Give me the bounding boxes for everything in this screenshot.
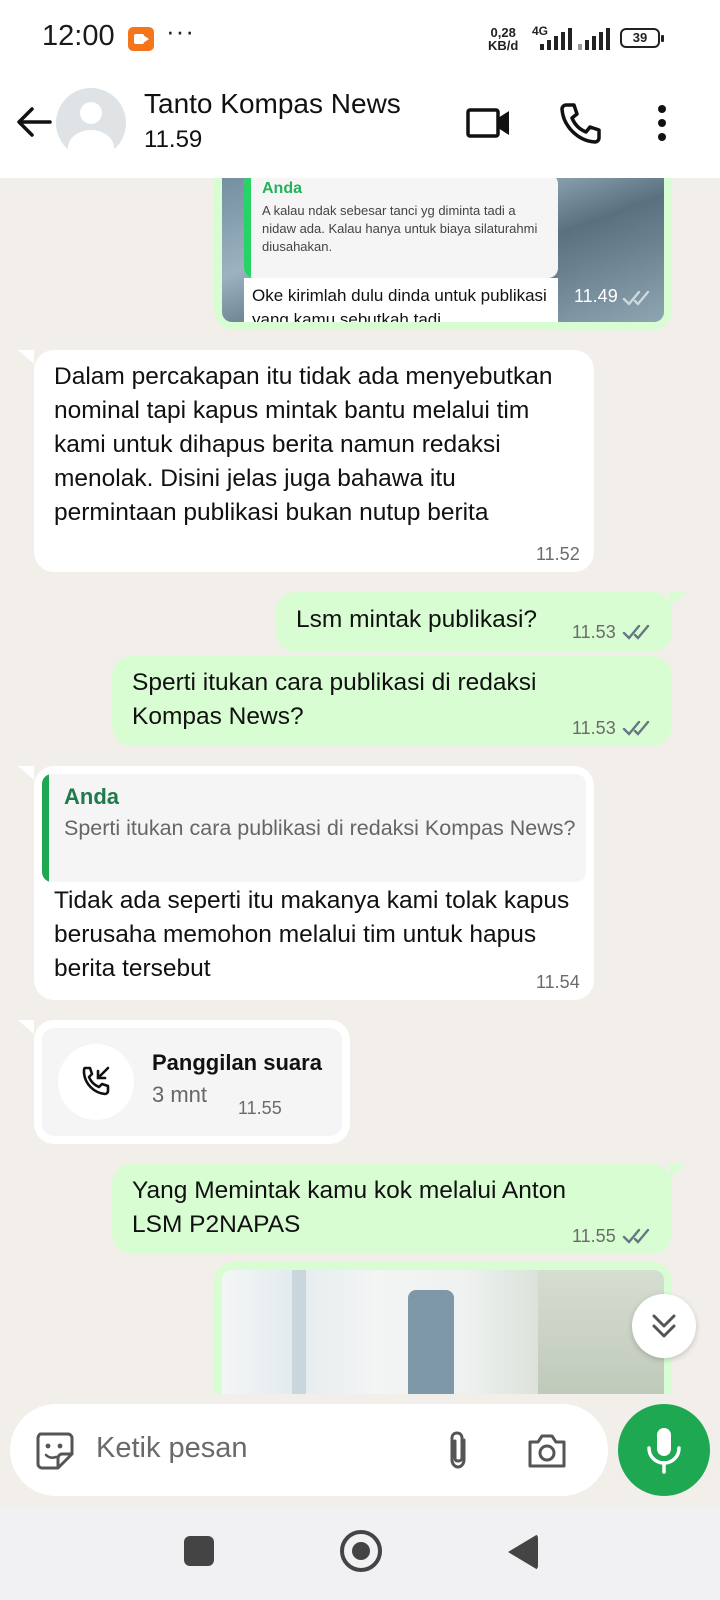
message-text: Yang Memintak kamu kok melalui Anton LSM… [132,1177,566,1238]
double-check-icon [622,720,650,736]
quote-author: Anda [262,180,302,197]
clock: 12:00 [42,20,115,52]
message-time: 11.53 [572,718,616,738]
network-speed: 0,28 KB/d [488,26,518,52]
signal-icon [540,28,572,50]
message-text: Dalam percakapan itu tidak ada menyebutk… [54,363,553,526]
chat-area[interactable]: Anda A kalau ndak sebesar tanci yg dimin… [0,178,720,1394]
photo-message[interactable] [214,1262,672,1394]
double-check-icon [622,290,650,306]
message-text: Sperti itukan cara publikasi di redaksi … [132,669,537,730]
photo-image[interactable]: Anda A kalau ndak sebesar tanci yg dimin… [222,178,664,322]
outgoing-message[interactable]: Lsm mintak publikasi? 11.53 [276,592,672,652]
incoming-call-icon [58,1044,134,1120]
camera-icon[interactable] [524,1428,570,1472]
last-seen: 11.59 [144,126,203,153]
incoming-message[interactable]: Anda Sperti itukan cara publikasi di red… [34,766,594,1000]
call-title: Panggilan suara [152,1050,322,1075]
message-input[interactable]: Ketik pesan [10,1404,608,1496]
message-time: 11.49 [574,286,618,306]
microphone-icon [647,1428,681,1474]
more-notifications-icon: ··· [166,16,195,46]
message-text: Tidak ada seperti itu makanya kami tolak… [54,887,570,982]
system-nav-bar [0,1506,720,1600]
caption-box: Oke kirimlah dulu dinda untuk publikasi … [244,278,558,322]
more-vert-icon[interactable] [642,98,682,148]
outgoing-message[interactable]: Sperti itukan cara publikasi di redaksi … [112,656,672,746]
call-card[interactable]: Panggilan suara 3 mnt 11.55 [42,1028,342,1136]
call-message[interactable]: Panggilan suara 3 mnt 11.55 [34,1020,350,1144]
phone-icon[interactable] [556,98,606,148]
quote-text: A kalau ndak sebesar tanci yg diminta ta… [262,203,538,254]
speed-unit: KB/d [488,38,519,53]
scroll-down-button[interactable] [632,1294,696,1358]
signal-icon [578,28,610,50]
quoted-message[interactable]: Anda Sperti itukan cara publikasi di red… [42,774,586,882]
attach-icon[interactable] [436,1428,480,1472]
message-time: 11.52 [536,544,580,564]
recents-icon[interactable] [184,1536,214,1566]
photo-message[interactable]: Anda A kalau ndak sebesar tanci yg dimin… [214,178,672,330]
double-check-icon [622,1228,650,1244]
back-arrow-icon[interactable] [12,100,56,144]
avatar[interactable] [56,88,126,158]
battery-icon: 39 [620,28,664,48]
voice-record-button[interactable] [618,1404,710,1496]
chevrons-down-icon [652,1314,676,1338]
sticker-icon[interactable] [32,1428,76,1472]
status-bar: 12:00 ··· 0,28 KB/d 4G 39 [0,0,720,76]
double-check-icon [622,624,650,640]
quote-author: Anda [64,784,119,809]
screen-record-icon [128,27,154,51]
quote-text: Sperti itukan cara publikasi di redaksi … [64,816,576,840]
battery-level: 39 [632,30,648,45]
home-icon[interactable] [340,1530,382,1572]
message-time: 11.55 [238,1098,282,1118]
nav-back-icon[interactable] [508,1534,538,1570]
video-call-icon[interactable] [464,98,514,148]
call-duration: 3 mnt [152,1082,208,1107]
compose-bar: Ketik pesan [0,1394,720,1506]
quoted-message[interactable]: Anda A kalau ndak sebesar tanci yg dimin… [244,178,558,278]
reply-text: Oke kirimlah dulu dinda untuk publikasi … [252,286,547,322]
chat-header: Tanto Kompas News 11.59 [0,76,720,178]
contact-name[interactable]: Tanto Kompas News [144,88,401,120]
message-time: 11.54 [536,972,580,992]
input-placeholder: Ketik pesan [96,1432,248,1464]
outgoing-message[interactable]: Yang Memintak kamu kok melalui Anton LSM… [112,1164,672,1254]
message-time: 11.55 [572,1226,616,1246]
photo-image[interactable] [222,1270,664,1394]
message-time: 11.53 [572,622,616,642]
message-text: Lsm mintak publikasi? [296,606,538,633]
incoming-message[interactable]: Dalam percakapan itu tidak ada menyebutk… [34,350,594,572]
